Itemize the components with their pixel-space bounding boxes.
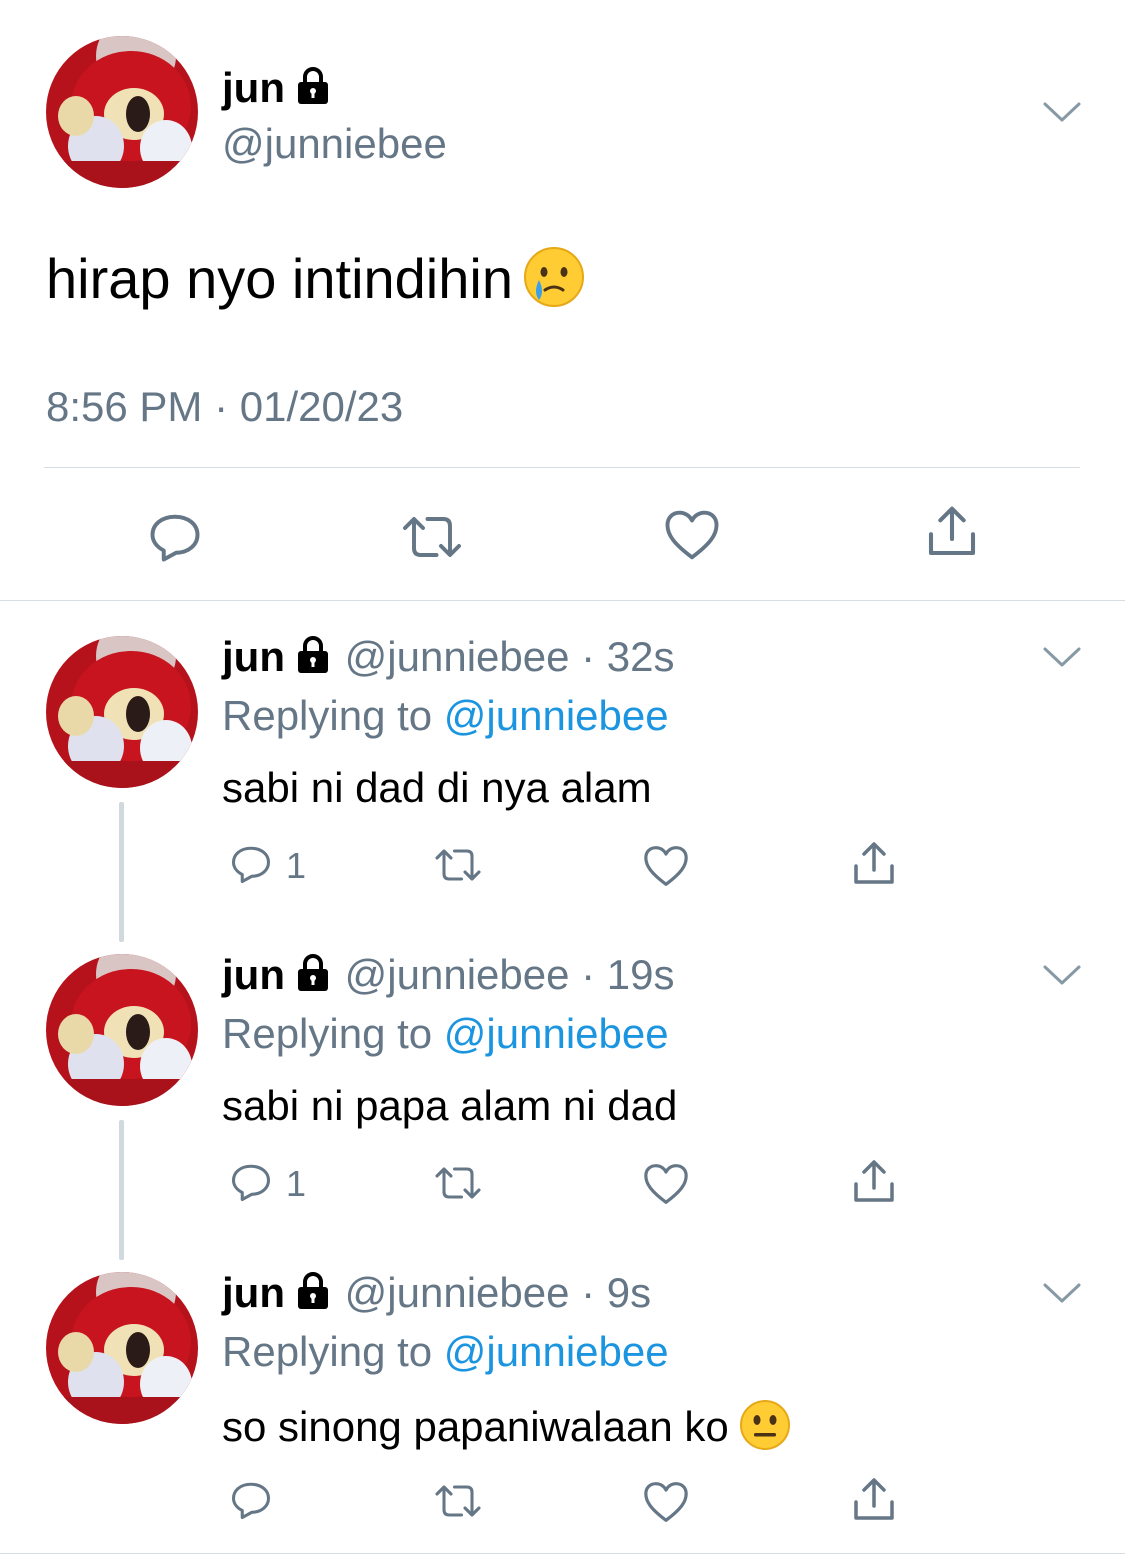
- display-name[interactable]: jun: [222, 62, 333, 118]
- share-icon[interactable]: [850, 840, 898, 888]
- divider: [44, 467, 1080, 468]
- retweet-icon[interactable]: [430, 1480, 486, 1522]
- tweet-text: sabi ni dad di nya alam: [222, 764, 652, 811]
- tweet-text: hirap nyo intindihin: [46, 244, 585, 324]
- retweet-icon[interactable]: [430, 1162, 486, 1204]
- share-icon[interactable]: [924, 504, 980, 560]
- tweet-text-body: hirap nyo intindihin: [46, 247, 513, 310]
- replying-to-label: Replying to: [222, 1328, 444, 1375]
- reply-header: jun @junniebee · 19s: [222, 950, 675, 1004]
- chevron-down-icon[interactable]: [1042, 100, 1082, 124]
- thread-line: [119, 1120, 124, 1260]
- handle-and-time[interactable]: @junniebee · 9s: [345, 1269, 652, 1316]
- replying-to: Replying to @junniebee: [222, 1327, 669, 1377]
- replying-to-label: Replying to: [222, 692, 444, 739]
- reply-icon[interactable]: [230, 843, 272, 885]
- lock-icon: [293, 635, 333, 686]
- share-icon[interactable]: [850, 1476, 898, 1524]
- lock-icon: [293, 953, 333, 1004]
- reply-icon[interactable]: [148, 510, 202, 564]
- reply-header: jun @junniebee · 32s: [222, 632, 675, 686]
- lock-icon: [293, 66, 333, 118]
- lock-icon: [293, 1271, 333, 1322]
- handle[interactable]: @junniebee: [222, 118, 447, 170]
- avatar[interactable]: [46, 954, 198, 1106]
- retweet-icon[interactable]: [430, 844, 486, 886]
- chevron-down-icon[interactable]: [1042, 645, 1082, 669]
- section-divider: [0, 600, 1125, 601]
- display-name[interactable]: jun: [222, 633, 285, 680]
- crying-face-emoji: [523, 246, 585, 324]
- retweet-icon[interactable]: [398, 510, 466, 564]
- share-icon[interactable]: [850, 1158, 898, 1206]
- divider: [0, 1553, 1125, 1554]
- reply-icon[interactable]: [230, 1161, 272, 1203]
- reply-header: jun @junniebee · 9s: [222, 1268, 651, 1322]
- like-icon[interactable]: [642, 844, 690, 888]
- mention-link[interactable]: @junniebee: [444, 1328, 669, 1375]
- avatar[interactable]: [46, 36, 198, 188]
- like-icon[interactable]: [642, 1162, 690, 1206]
- mention-link[interactable]: @junniebee: [444, 1010, 669, 1057]
- chevron-down-icon[interactable]: [1042, 1281, 1082, 1305]
- reply-count: 1: [286, 1163, 307, 1204]
- tweet-text-body: so sinong papaniwalaan ko: [222, 1403, 729, 1450]
- thread-line: [119, 802, 124, 942]
- neutral-face-emoji: [739, 1399, 791, 1462]
- display-name-text: jun: [222, 64, 285, 111]
- tweet-text: sabi ni papa alam ni dad: [222, 1082, 678, 1129]
- replying-to-label: Replying to: [222, 1010, 444, 1057]
- tweet-timestamp[interactable]: 8:56 PM · 01/20/23: [46, 380, 403, 434]
- replying-to: Replying to @junniebee: [222, 691, 669, 741]
- handle-and-time[interactable]: @junniebee · 19s: [345, 951, 675, 998]
- replying-to: Replying to @junniebee: [222, 1009, 669, 1059]
- like-icon[interactable]: [642, 1480, 690, 1524]
- mention-link[interactable]: @junniebee: [444, 692, 669, 739]
- display-name[interactable]: jun: [222, 951, 285, 998]
- reply-icon[interactable]: [230, 1479, 272, 1521]
- reply-count: 1: [286, 845, 307, 886]
- like-icon[interactable]: [663, 508, 721, 562]
- display-name[interactable]: jun: [222, 1269, 285, 1316]
- handle-and-time[interactable]: @junniebee · 32s: [345, 633, 675, 680]
- avatar[interactable]: [46, 1272, 198, 1424]
- chevron-down-icon[interactable]: [1042, 963, 1082, 987]
- tweet-text: so sinong papaniwalaan ko: [222, 1399, 791, 1462]
- avatar[interactable]: [46, 636, 198, 788]
